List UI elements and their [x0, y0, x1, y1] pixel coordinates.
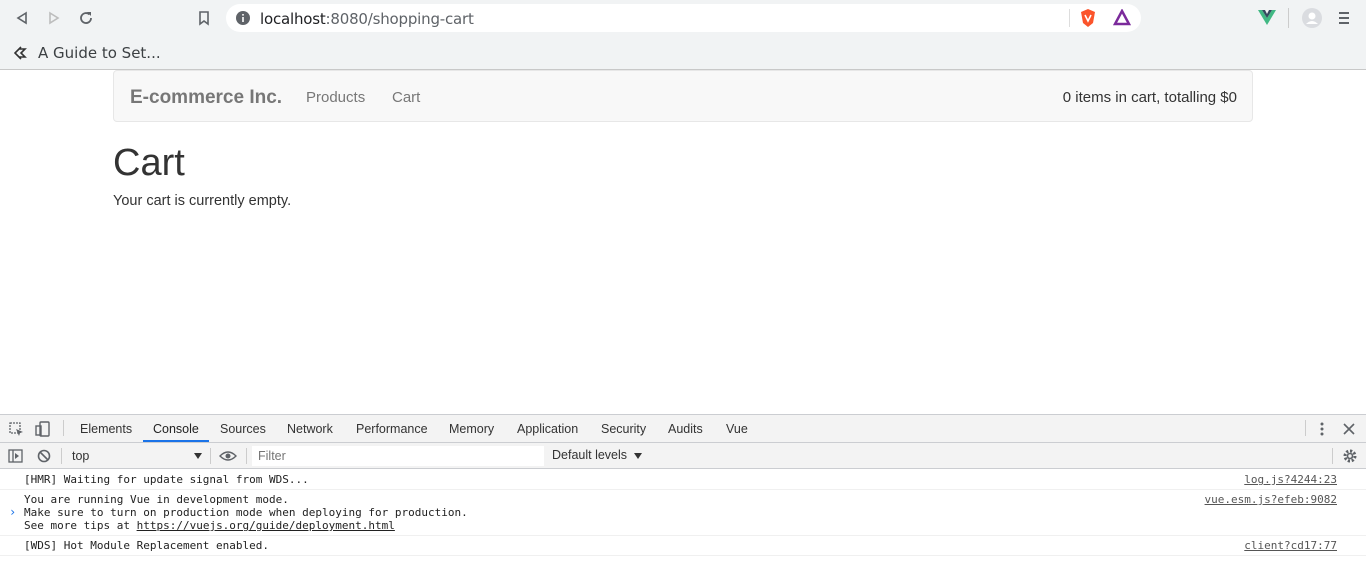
page-title: Cart: [113, 142, 185, 184]
message-source-link[interactable]: client?cd17:77: [1244, 539, 1337, 552]
log-levels-dropdown[interactable]: Default levels: [552, 448, 642, 462]
devtools-panel: Elements Console Sources Network Perform…: [0, 414, 1366, 586]
console-filter-input[interactable]: [252, 446, 544, 466]
live-expression-eye-icon[interactable]: [219, 450, 237, 462]
console-settings-gear-icon[interactable]: [1342, 448, 1358, 464]
message-text: Make sure to turn on production mode whe…: [24, 506, 468, 519]
back-button[interactable]: [10, 6, 34, 30]
url-text: localhost:8080/shopping-cart: [260, 10, 474, 28]
vue-devtools-icon[interactable]: [1258, 10, 1276, 26]
info-icon[interactable]: [236, 11, 250, 25]
brand-link[interactable]: E-commerce Inc.: [130, 87, 282, 109]
brave-rewards-icon[interactable]: [1113, 9, 1131, 27]
tab-network[interactable]: Network: [287, 422, 333, 436]
forward-icon: [49, 11, 60, 25]
nav-products-link[interactable]: Products: [306, 89, 365, 106]
url-path: :8080/shopping-cart: [325, 10, 474, 28]
bookmark-favicon-icon: [14, 46, 27, 60]
browser-toolbar: localhost:8080/shopping-cart: [0, 0, 1366, 36]
chevron-down-icon: [633, 453, 642, 459]
tab-security[interactable]: Security: [601, 422, 646, 436]
divider: [210, 448, 211, 464]
device-toolbar-icon[interactable]: [35, 421, 51, 437]
log-levels-label: Default levels: [552, 448, 628, 462]
show-sidebar-icon[interactable]: [8, 449, 23, 463]
url-host: localhost: [260, 10, 326, 28]
tab-elements[interactable]: Elements: [80, 422, 132, 436]
console-message: [WDS] Hot Module Replacement enabled. cl…: [0, 536, 1366, 556]
divider: [63, 420, 64, 436]
navbar: E-commerce Inc. Products Cart 0 items in…: [113, 70, 1253, 122]
message-text: [WDS] Hot Module Replacement enabled.: [24, 539, 270, 552]
bookmark-icon: [199, 11, 209, 26]
divider: [61, 448, 62, 464]
context-value: top: [72, 449, 90, 463]
bookmark-button[interactable]: [192, 6, 216, 30]
message-text: See more tips at: [24, 519, 137, 532]
message-link[interactable]: https://vuejs.org/guide/deployment.html: [137, 519, 395, 532]
bookmark-item[interactable]: A Guide to Set...: [14, 43, 161, 63]
console-prompt-chevron-icon[interactable]: ›: [9, 505, 16, 519]
tab-performance[interactable]: Performance: [356, 422, 428, 436]
divider: [1069, 9, 1070, 27]
bookmarks-bar: A Guide to Set...: [0, 36, 1366, 70]
page-content: E-commerce Inc. Products Cart 0 items in…: [0, 70, 1366, 414]
divider: [246, 448, 247, 464]
reload-icon: [80, 12, 92, 24]
cart-summary: 0 items in cart, totalling $0: [1062, 89, 1237, 106]
tab-memory[interactable]: Memory: [449, 422, 494, 436]
divider: [1288, 8, 1289, 28]
reload-button[interactable]: [74, 6, 98, 30]
console-message: You are running Vue in development mode.…: [0, 490, 1366, 536]
back-icon: [16, 11, 27, 25]
message-text: You are running Vue in development mode.: [24, 493, 289, 506]
devtools-tabbar: Elements Console Sources Network Perform…: [0, 415, 1366, 443]
tab-audits[interactable]: Audits: [668, 422, 703, 436]
divider: [1332, 448, 1333, 464]
close-devtools-icon[interactable]: [1343, 423, 1355, 435]
menu-icon[interactable]: [1338, 10, 1350, 26]
forward-button[interactable]: [42, 6, 66, 30]
console-messages: [HMR] Waiting for update signal from WDS…: [0, 470, 1366, 556]
brave-shield-icon[interactable]: [1079, 8, 1097, 28]
profile-icon[interactable]: [1302, 8, 1322, 28]
address-bar[interactable]: localhost:8080/shopping-cart: [226, 4, 1141, 32]
tab-vue[interactable]: Vue: [726, 422, 748, 436]
context-selector[interactable]: top: [66, 447, 206, 465]
message-source-link[interactable]: vue.esm.js?efeb:9082: [1205, 493, 1337, 506]
console-message: [HMR] Waiting for update signal from WDS…: [0, 470, 1366, 490]
divider: [1305, 420, 1306, 436]
console-toolbar: top Default levels: [0, 443, 1366, 469]
empty-cart-message: Your cart is currently empty.: [113, 193, 292, 209]
active-tab-indicator: [143, 440, 209, 442]
message-source-link[interactable]: log.js?4244:23: [1244, 473, 1337, 486]
inspect-element-icon[interactable]: [9, 422, 24, 437]
chevron-down-icon: [194, 453, 202, 459]
nav-cart-link[interactable]: Cart: [392, 89, 420, 106]
clear-console-icon[interactable]: [37, 449, 51, 463]
more-options-icon[interactable]: [1316, 422, 1328, 436]
tab-application[interactable]: Application: [517, 422, 578, 436]
message-text: [HMR] Waiting for update signal from WDS…: [24, 473, 309, 486]
tab-console[interactable]: Console: [153, 422, 199, 436]
tab-sources[interactable]: Sources: [220, 422, 266, 436]
bookmark-label: A Guide to Set...: [38, 44, 161, 62]
